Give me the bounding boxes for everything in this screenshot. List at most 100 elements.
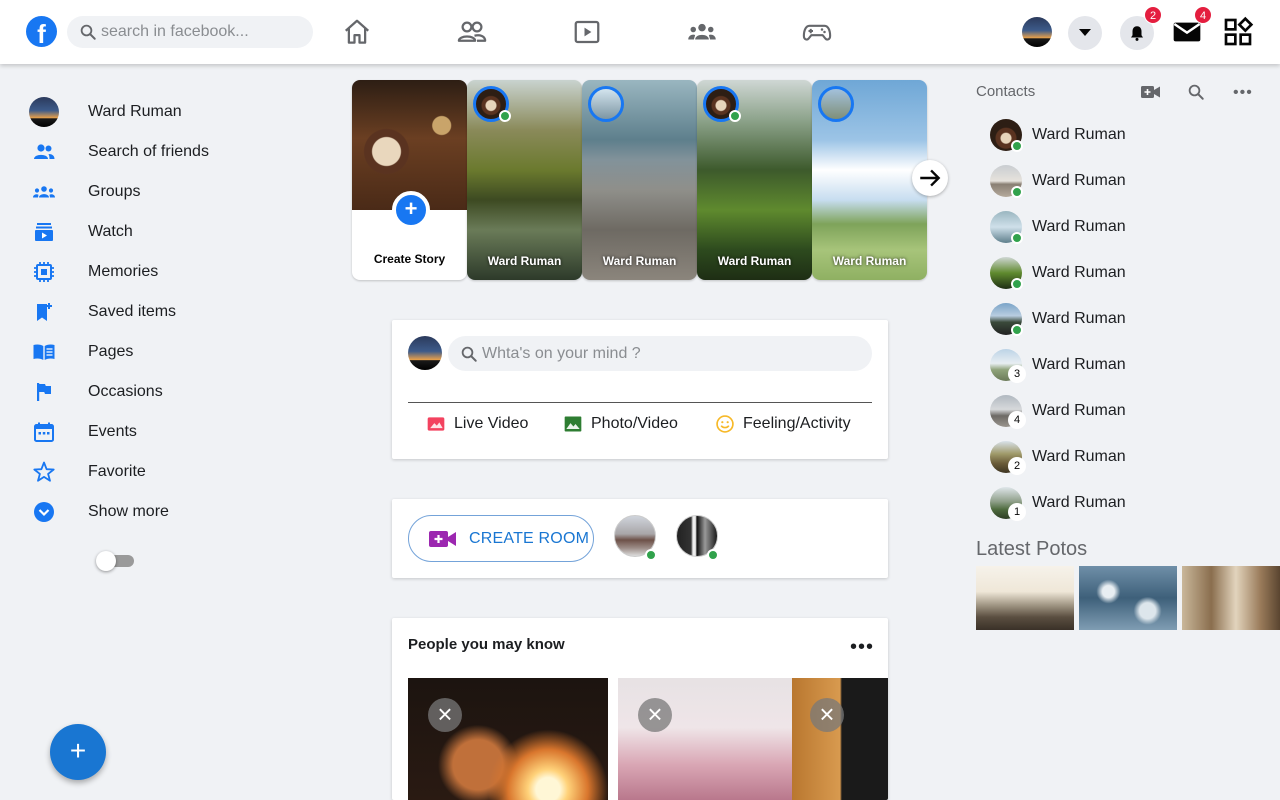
latest-photo-thumbnail[interactable]	[976, 566, 1074, 630]
contact-item[interactable]: Ward Ruman	[990, 118, 1250, 152]
pymk-title: People you may know	[408, 636, 565, 653]
sidebar-item-saved[interactable]: Saved items	[24, 292, 324, 332]
sidebar-item-favorite[interactable]: Favorite	[24, 452, 324, 492]
stories-next-button[interactable]	[912, 160, 948, 196]
friends-nav-button[interactable]	[455, 16, 489, 48]
facebook-logo-icon[interactable]: f	[26, 16, 57, 47]
sidebar-item-label: Watch	[88, 223, 133, 240]
story-card[interactable]: Ward Ruman	[697, 80, 812, 280]
create-story-card[interactable]: + Create Story	[352, 80, 467, 280]
messages-button[interactable]: 4	[1170, 6, 1212, 48]
apps-menu-button[interactable]	[1222, 16, 1256, 48]
search-bar[interactable]	[67, 16, 313, 48]
composer-input-wrapper[interactable]	[448, 336, 872, 371]
photo-video-button[interactable]: Photo/Video	[563, 412, 678, 436]
more-options-icon[interactable]: •••	[850, 637, 874, 657]
dismiss-close-icon[interactable]: ×	[638, 698, 672, 732]
sidebar-item-groups[interactable]: Groups	[24, 172, 324, 212]
avatar: 4	[990, 395, 1026, 429]
sidebar-item-occasions[interactable]: Occasions	[24, 372, 324, 412]
live-video-icon	[427, 417, 445, 431]
contact-item[interactable]: 2 Ward Ruman	[990, 440, 1250, 475]
flag-icon	[37, 383, 51, 401]
contact-item[interactable]: Ward Ruman	[990, 210, 1250, 244]
dismiss-close-icon[interactable]: ×	[810, 698, 844, 732]
story-card[interactable]: Ward Ruman	[467, 80, 582, 280]
create-room-button[interactable]: CREATE ROOM	[408, 515, 594, 562]
story-author-name: Ward Ruman	[602, 254, 677, 268]
groups-nav-button[interactable]	[685, 16, 719, 48]
sidebar-item-memories[interactable]: Memories	[24, 252, 324, 292]
top-navigation-bar: f 2 4	[0, 0, 1280, 64]
contacts-options-icon[interactable]: •••	[1233, 85, 1253, 101]
contact-name: Ward Ruman	[1032, 356, 1126, 373]
home-nav-button[interactable]	[340, 16, 374, 48]
left-sidebar: Ward Ruman Search of friends Groups Watc…	[24, 92, 324, 572]
sidebar-item-pages[interactable]: Pages	[24, 332, 324, 372]
notifications-button[interactable]: 2	[1120, 6, 1162, 50]
contact-name: Ward Ruman	[1032, 218, 1126, 235]
contact-name: Ward Ruman	[1032, 264, 1126, 281]
suggested-person-card[interactable]: ×	[618, 678, 794, 800]
watch-nav-button[interactable]	[570, 16, 604, 48]
suggested-person-card[interactable]: ×	[408, 678, 608, 800]
latest-photo-thumbnail[interactable]	[1079, 566, 1177, 630]
composer-input[interactable]	[482, 344, 862, 363]
contact-item[interactable]: Ward Ruman	[990, 256, 1250, 290]
contact-item[interactable]: Ward Ruman	[990, 302, 1250, 336]
dismiss-close-icon[interactable]: ×	[428, 698, 462, 732]
add-story-icon[interactable]: +	[392, 191, 430, 229]
avatar	[990, 119, 1023, 152]
sidebar-item-show-more[interactable]: Show more	[24, 492, 324, 532]
contact-item[interactable]: Ward Ruman	[990, 164, 1250, 198]
online-indicator	[1011, 324, 1023, 336]
feeling-activity-button[interactable]: Feeling/Activity	[715, 412, 851, 436]
search-icon	[80, 24, 96, 40]
suggested-person-card[interactable]: ×	[792, 678, 888, 800]
video-camera-icon	[1141, 86, 1160, 98]
story-card[interactable]: Ward Ruman	[812, 80, 927, 280]
sidebar-item-watch[interactable]: Watch	[24, 212, 324, 252]
contact-item[interactable]: 3 Ward Ruman	[990, 348, 1250, 383]
sidebar-item-search-friends[interactable]: Search of friends	[24, 132, 324, 172]
create-post-fab-button[interactable]: +	[50, 724, 106, 780]
search-contacts-button[interactable]	[1185, 82, 1207, 102]
people-you-may-know-card: People you may know ••• × × ×	[392, 618, 888, 800]
watch-icon	[35, 223, 53, 241]
new-room-button[interactable]	[1140, 82, 1162, 102]
contact-badge: 1	[1008, 503, 1026, 521]
avatar	[408, 336, 442, 370]
contacts-title: Contacts	[976, 83, 1036, 100]
online-indicator	[1011, 278, 1023, 290]
account-menu-button[interactable]	[1068, 16, 1102, 50]
divider	[408, 402, 872, 403]
contact-item[interactable]: 4 Ward Ruman	[990, 394, 1250, 429]
sidebar-item-events[interactable]: Events	[24, 412, 324, 452]
rooms-card: CREATE ROOM	[392, 499, 888, 578]
dark-mode-toggle[interactable]	[96, 551, 134, 571]
contact-item[interactable]: 1 Ward Ruman	[990, 486, 1250, 521]
gamepad-icon	[802, 24, 832, 41]
sidebar-item-label: Pages	[88, 343, 134, 360]
search-input[interactable]	[101, 23, 301, 41]
online-indicator	[1011, 186, 1023, 198]
create-room-label: CREATE ROOM	[469, 529, 590, 547]
profile-name: Ward Ruman	[88, 103, 182, 120]
story-card[interactable]: Ward Ruman	[582, 80, 697, 280]
online-indicator	[1011, 140, 1023, 152]
online-indicator	[499, 110, 511, 122]
live-video-button[interactable]: Live Video	[426, 412, 528, 436]
gaming-nav-button[interactable]	[800, 16, 834, 48]
photo-icon	[564, 416, 582, 432]
profile-avatar[interactable]	[1022, 17, 1052, 47]
sidebar-item-profile[interactable]: Ward Ruman	[24, 92, 324, 132]
search-icon	[1188, 84, 1204, 100]
avatar	[990, 211, 1023, 244]
story-avatar	[818, 86, 854, 122]
post-composer-card: Live Video Photo/Video Feeling/Activity	[392, 320, 888, 459]
friends-icon	[34, 144, 55, 159]
avatar: 3	[990, 349, 1026, 383]
groups-icon	[688, 23, 716, 40]
online-indicator	[707, 549, 719, 561]
latest-photo-thumbnail[interactable]	[1182, 566, 1280, 630]
